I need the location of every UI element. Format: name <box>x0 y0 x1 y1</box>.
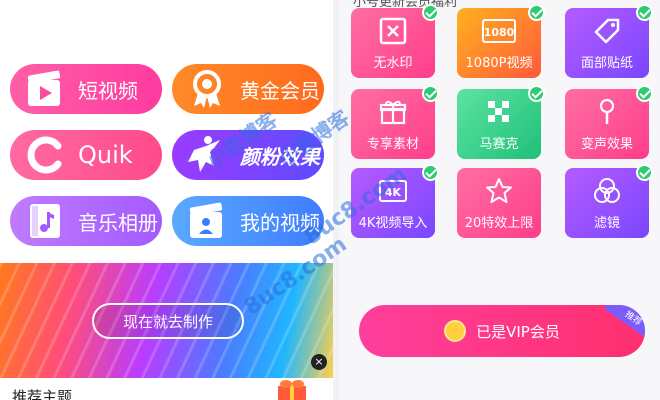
tile-mosaic[interactable]: 马赛克 <box>457 85 545 159</box>
filter-icon <box>592 176 622 206</box>
gold-member-label: 黄金会员 <box>240 78 320 103</box>
vip-member-button[interactable]: 已是VIP会员 推荐 <box>359 305 645 357</box>
tile-label: 滤镜 <box>593 216 620 231</box>
tile-label: 1080P视频 <box>465 56 533 71</box>
tile-label: 无水印 <box>373 56 413 71</box>
tile-label: 面部贴纸 <box>580 56 633 71</box>
tile-face-sticker[interactable]: 面部贴纸 <box>565 4 653 78</box>
my-video-button[interactable]: 我的视频 <box>172 196 324 246</box>
clapperboard-icon <box>22 66 68 112</box>
right-panel: 小号更新会员福利 无水印 1080 1080P视频 面部贴纸 专享素材 马赛克 … <box>339 0 660 400</box>
vip-crown-icon <box>444 320 467 342</box>
check-icon <box>636 85 653 102</box>
recommend-badge: 推荐 <box>603 305 645 343</box>
check-icon <box>636 4 653 21</box>
section-title: 推荐主题 <box>12 388 73 400</box>
mosaic-icon <box>484 97 514 127</box>
vip-label: 已是VIP会员 <box>476 322 560 341</box>
music-album-label: 音乐相册 <box>78 210 158 235</box>
gift-icon <box>378 97 408 127</box>
tile-1080p[interactable]: 1080 1080P视频 <box>457 4 545 78</box>
tile-no-watermark[interactable]: 无水印 <box>351 4 439 78</box>
left-panel: 短视频 黄金会员 Quik 颜粉效果 音乐相册 我的视频 现在就去制作 × 推荐… <box>0 0 333 400</box>
check-icon <box>422 85 439 102</box>
quik-logo-icon <box>22 132 68 178</box>
no-watermark-icon <box>378 16 408 46</box>
check-icon <box>636 164 653 181</box>
clapperboard-user-icon <box>184 198 230 244</box>
tile-voice-effect[interactable]: 变声效果 <box>565 85 653 159</box>
microphone-icon <box>592 97 622 127</box>
svg-text:1080: 1080 <box>484 26 515 39</box>
make-now-button[interactable]: 现在就去制作 <box>92 303 244 339</box>
short-video-label: 短视频 <box>78 78 138 103</box>
check-icon <box>422 164 439 181</box>
quik-button[interactable]: Quik <box>10 130 162 180</box>
check-icon <box>528 4 545 21</box>
star-icon <box>484 176 514 206</box>
medal-icon <box>184 66 230 112</box>
tile-label: 马赛克 <box>479 137 519 152</box>
music-book-icon <box>22 198 68 244</box>
gift-icon[interactable] <box>270 378 314 400</box>
tile-20-effects[interactable]: 20特效上限 <box>457 168 541 238</box>
short-video-button[interactable]: 短视频 <box>10 64 162 114</box>
tile-label: 20特效上限 <box>464 216 534 231</box>
banner-close-icon[interactable]: × <box>311 354 327 370</box>
check-icon <box>422 4 439 21</box>
tile-exclusive-material[interactable]: 专享素材 <box>351 85 439 159</box>
gold-member-button[interactable]: 黄金会员 <box>172 64 324 114</box>
tag-icon <box>592 16 622 46</box>
tile-label: 变声效果 <box>580 137 633 152</box>
tile-filter[interactable]: 滤镜 <box>565 164 653 238</box>
check-icon <box>528 85 545 102</box>
quik-label: Quik <box>78 141 133 169</box>
tile-label: 专享素材 <box>366 137 419 152</box>
music-album-button[interactable]: 音乐相册 <box>10 196 162 246</box>
1080-icon: 1080 <box>481 16 517 46</box>
